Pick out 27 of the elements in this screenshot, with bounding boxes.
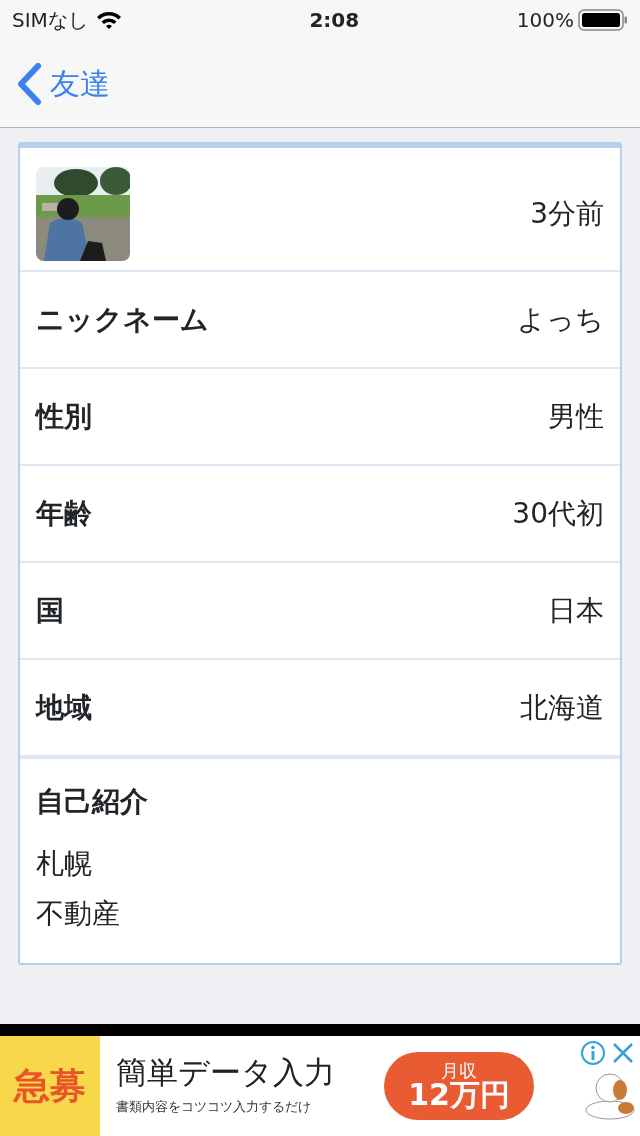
field-label: ニックネーム bbox=[36, 301, 209, 338]
field-label: 年齢 bbox=[36, 495, 92, 532]
pay-label: 月収 bbox=[441, 1062, 477, 1080]
intro-text: 札幌 bbox=[36, 846, 93, 882]
info-icon[interactable] bbox=[580, 1040, 606, 1066]
field-value: 30代初 bbox=[512, 495, 604, 532]
ad-subline: 書類内容をコツコツ入力するだけ bbox=[116, 1098, 312, 1117]
wifi-icon bbox=[95, 10, 122, 30]
ad-headline: 簡単データ入力 bbox=[116, 1055, 336, 1090]
field-label: 国 bbox=[36, 592, 64, 629]
battery-percent: 100% bbox=[516, 7, 574, 34]
intro-text: 不動産 bbox=[36, 896, 121, 932]
battery-icon bbox=[578, 9, 628, 31]
ad-tag: 急募 bbox=[0, 1036, 100, 1136]
ad-banner[interactable]: 急募 簡単データ入力 書類内容をコツコツ入力するだけ 月収 12万円 bbox=[0, 1036, 640, 1136]
clock: 2:08 bbox=[309, 7, 360, 34]
field-label: 地域 bbox=[36, 689, 92, 726]
field-value: 男性 bbox=[548, 398, 604, 435]
chevron-left-icon bbox=[16, 62, 42, 105]
pay-amount: 12万円 bbox=[408, 1080, 510, 1110]
field-value: よっち bbox=[517, 301, 604, 338]
last-seen-time: 3分前 bbox=[530, 196, 604, 232]
carrier-label: SIMなし bbox=[12, 7, 88, 34]
field-label: 性別 bbox=[36, 398, 92, 435]
field-label: 自己紹介 bbox=[36, 784, 149, 820]
field-value: 北海道 bbox=[520, 689, 604, 726]
field-value: 日本 bbox=[548, 592, 604, 629]
